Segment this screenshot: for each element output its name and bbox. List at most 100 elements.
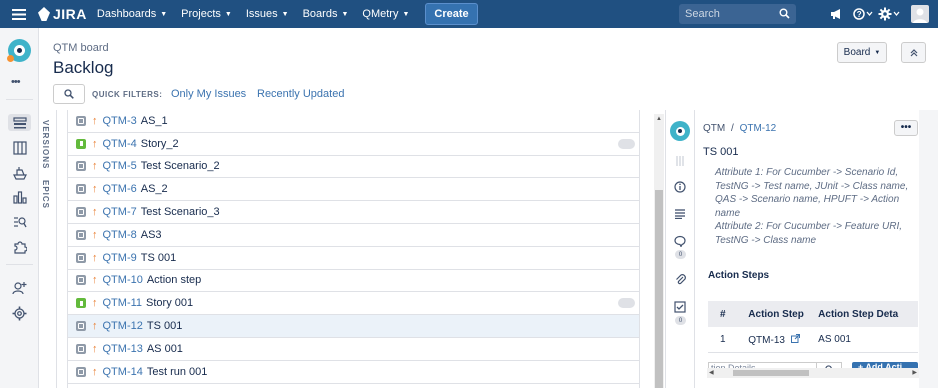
help-icon[interactable]: ? bbox=[850, 8, 876, 20]
chevron-down-icon: ▼ bbox=[281, 10, 289, 18]
issue-key[interactable]: QTM-7 bbox=[103, 206, 137, 218]
external-link-icon[interactable] bbox=[790, 333, 800, 346]
nav-issues-label: Issues bbox=[245, 8, 278, 20]
comments-icon[interactable] bbox=[673, 234, 687, 248]
comments-count-badge: 0 bbox=[675, 250, 686, 259]
issue-key[interactable]: QTM-4 bbox=[103, 138, 137, 150]
reports-chart-icon[interactable] bbox=[11, 188, 28, 205]
filter-recently-updated[interactable]: Recently Updated bbox=[257, 88, 344, 100]
issue-row[interactable]: ↑ QTM-6 AS_2 bbox=[68, 178, 639, 202]
more-icon[interactable]: ••• bbox=[11, 76, 21, 88]
scroll-up-arrow-icon[interactable]: ▲ bbox=[656, 116, 662, 122]
issue-summary: AS3 bbox=[140, 228, 162, 241]
search-input[interactable]: Search bbox=[679, 4, 796, 24]
issue-key[interactable]: QTM-13 bbox=[103, 343, 143, 355]
active-sprints-icon[interactable] bbox=[11, 139, 28, 156]
versions-tab[interactable]: VERSIONS bbox=[41, 120, 50, 169]
more-icon: ••• bbox=[900, 122, 912, 133]
notifications-megaphone-icon[interactable] bbox=[824, 8, 850, 20]
issue-key[interactable]: QTM-10 bbox=[103, 274, 143, 286]
chevron-down-icon: ▼ bbox=[341, 10, 349, 18]
issues-search-icon[interactable] bbox=[11, 213, 28, 230]
issue-row[interactable]: ↑ QTM-7 Test Scenario_3 bbox=[68, 201, 639, 224]
detail-more-actions-button[interactable]: ••• bbox=[894, 120, 918, 136]
details-info-icon[interactable] bbox=[673, 180, 687, 194]
menu-icon[interactable] bbox=[0, 0, 38, 28]
issue-row[interactable]: ↑ QTM-13 AS 001 bbox=[68, 337, 639, 361]
add-people-icon[interactable] bbox=[11, 279, 28, 296]
breadcrumb-separator: / bbox=[731, 123, 734, 134]
issue-summary: Story 001 bbox=[146, 297, 194, 310]
jira-logo-text: JIRA bbox=[53, 6, 87, 22]
issue-row[interactable]: ↑ QTM-11 Story 001 bbox=[68, 292, 639, 316]
releases-ship-icon[interactable] bbox=[11, 164, 28, 181]
issue-row[interactable]: ↑ QTM-14 Test run 001 bbox=[68, 360, 639, 384]
issue-row[interactable]: ↑ QTM-5 Test Scenario_2 bbox=[68, 155, 639, 179]
drag-handle-icon[interactable] bbox=[673, 154, 687, 168]
checklist-icon[interactable] bbox=[673, 300, 687, 314]
issue-summary: Test run 001 bbox=[146, 365, 208, 378]
project-sidebar: ••• bbox=[0, 28, 39, 388]
svg-text:?: ? bbox=[857, 10, 862, 19]
issue-row[interactable]: ↑ QTM-9 TS 001 bbox=[68, 246, 639, 270]
jira-logo[interactable]: JIRA bbox=[38, 6, 87, 22]
issue-summary: AS 001 bbox=[146, 342, 183, 355]
breadcrumb[interactable]: QTM board bbox=[53, 42, 109, 54]
nav-boards[interactable]: Boards ▼ bbox=[303, 8, 349, 20]
user-avatar[interactable] bbox=[902, 5, 938, 23]
nav-qmetry[interactable]: QMetry ▼ bbox=[362, 8, 409, 20]
issue-key[interactable]: QTM-8 bbox=[103, 229, 137, 241]
backlog-search-input[interactable] bbox=[53, 84, 85, 104]
epics-tab[interactable]: EPICS bbox=[41, 180, 50, 209]
issue-row[interactable]: ↑ QTM-3 AS_1 bbox=[68, 110, 639, 133]
add-ons-puzzle-icon[interactable] bbox=[11, 238, 28, 255]
attachments-paperclip-icon[interactable] bbox=[673, 272, 687, 286]
filter-only-my-issues[interactable]: Only My Issues bbox=[171, 88, 246, 100]
issue-summary: TS 001 bbox=[146, 320, 183, 333]
issue-key[interactable]: QTM-9 bbox=[103, 252, 137, 264]
scroll-right-arrow-icon[interactable]: ▶ bbox=[912, 369, 917, 376]
issue-key[interactable]: QTM-11 bbox=[103, 297, 143, 309]
search-icon bbox=[64, 89, 74, 99]
detail-vertical-scrollbar[interactable] bbox=[919, 110, 938, 388]
scrollbar-thumb[interactable] bbox=[655, 190, 663, 388]
nav-dashboards[interactable]: Dashboards ▼ bbox=[97, 8, 167, 20]
nav-issues[interactable]: Issues ▼ bbox=[246, 8, 289, 20]
story-type-icon bbox=[76, 138, 86, 149]
issue-key[interactable]: QTM-12 bbox=[103, 320, 143, 332]
issue-attributes-text: Attribute 1: For Cucumber -> Scenario Id… bbox=[715, 166, 915, 247]
chevron-down-icon: ▼ bbox=[874, 49, 881, 56]
action-step-key[interactable]: QTM-13 bbox=[748, 335, 785, 346]
collapse-header-button[interactable] bbox=[901, 42, 926, 63]
backlog-scrollbar[interactable]: ▲ bbox=[654, 114, 664, 388]
detail-horizontal-scrollbar[interactable]: ◀ ▶ bbox=[707, 368, 919, 378]
detail-project-link[interactable]: QTM bbox=[703, 123, 725, 134]
chevron-down-icon: ▼ bbox=[402, 10, 410, 18]
issue-row[interactable]: ↑ QTM-8 AS3 bbox=[68, 223, 639, 247]
issue-key[interactable]: QTM-14 bbox=[103, 366, 143, 378]
issue-row[interactable]: ↑ QTM-4 Story_2 bbox=[68, 132, 639, 156]
issue-key[interactable]: QTM-6 bbox=[103, 183, 137, 195]
nav-projects[interactable]: Projects ▼ bbox=[181, 8, 232, 20]
attribute-1-text: Attribute 1: For Cucumber -> Scenario Id… bbox=[715, 167, 909, 219]
attribute-2-text: Attribute 2: For Cucumber -> Feature URI… bbox=[715, 221, 903, 246]
board-button[interactable]: Board ▼ bbox=[837, 42, 887, 63]
issue-key[interactable]: QTM-5 bbox=[103, 160, 137, 172]
scroll-left-arrow-icon[interactable]: ◀ bbox=[709, 369, 714, 376]
issue-key[interactable]: QTM-3 bbox=[103, 115, 137, 127]
issue-row[interactable]: ↑ QTM-10 Action step bbox=[68, 269, 639, 293]
issue-row[interactable]: ↑ QTM-12 TS 001 bbox=[68, 315, 639, 338]
horizontal-scrollbar-thumb[interactable] bbox=[733, 370, 809, 376]
settings-gear-icon[interactable] bbox=[876, 7, 902, 21]
backlog-icon[interactable] bbox=[8, 114, 31, 131]
description-icon[interactable] bbox=[673, 207, 687, 221]
detail-side-toolbar: 0 0 bbox=[666, 110, 695, 388]
jira-logo-icon bbox=[38, 7, 50, 21]
create-button[interactable]: Create bbox=[425, 3, 478, 25]
detail-issue-title[interactable]: TS 001 bbox=[703, 146, 738, 158]
sidebar-divider bbox=[6, 99, 33, 100]
detail-issue-key-link[interactable]: QTM-12 bbox=[740, 123, 777, 134]
project-settings-gear-icon[interactable] bbox=[11, 305, 28, 322]
search-icon bbox=[779, 8, 790, 19]
backlog-issue-list: ↑ QTM-3 AS_1 ↑ QTM-4 Story_2 ↑ QTM-5 Test Scenar… bbox=[67, 110, 640, 388]
